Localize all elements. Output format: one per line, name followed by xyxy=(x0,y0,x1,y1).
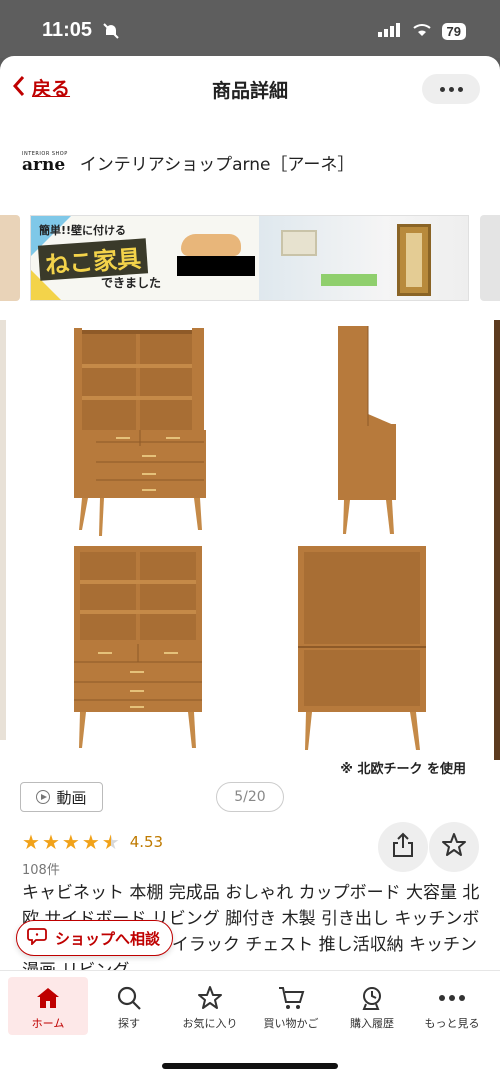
banner-prev-peek[interactable] xyxy=(0,215,20,301)
nav-more[interactable]: もっと見る xyxy=(412,977,492,1035)
nav-history[interactable]: 購入履歴 xyxy=(332,977,412,1035)
shop-logo: INTERIOR SHOP arne xyxy=(22,151,68,175)
star-full-icon: ★ xyxy=(22,830,40,854)
nav-label: 探す xyxy=(118,1017,140,1030)
signal-icon xyxy=(377,22,402,41)
nav-label: ホーム xyxy=(31,1017,65,1030)
nav-favorites[interactable]: お気に入り xyxy=(170,977,250,1035)
cabinet-front-alt-image xyxy=(74,546,202,748)
search-icon xyxy=(116,983,142,1013)
nav-label: 購入履歴 xyxy=(350,1017,394,1030)
nav-home[interactable]: ホーム xyxy=(8,977,88,1035)
home-icon xyxy=(35,983,61,1013)
more-icon xyxy=(438,983,466,1013)
review-count[interactable]: 108件 xyxy=(22,859,60,878)
cat-step-image xyxy=(321,274,377,286)
promo-banner[interactable]: 簡単!!壁に付ける ねこ家具 できました xyxy=(30,215,469,301)
rating[interactable]: ★ ★ ★ ★ ★ 4.53 xyxy=(22,832,163,852)
dot-icon xyxy=(439,86,445,92)
shop-consult-button[interactable]: ショップへ相談 xyxy=(16,920,174,956)
star-full-icon: ★ xyxy=(61,830,80,854)
nav-cart[interactable]: 買い物かご xyxy=(251,977,331,1035)
header: 戻る 商品詳細 xyxy=(0,56,500,118)
chat-icon xyxy=(27,927,47,949)
star-full-icon: ★ xyxy=(81,830,100,854)
battery-indicator: 79 xyxy=(441,23,466,40)
rating-value: 4.53 xyxy=(129,833,164,851)
scratch-board-image xyxy=(397,224,431,296)
nav-search[interactable]: 探す xyxy=(89,977,169,1035)
nav-label: もっと見る xyxy=(424,1017,480,1030)
material-note: ※ 北欧チーク を使用 xyxy=(340,762,466,777)
history-icon xyxy=(358,983,386,1013)
shop-name: インテリアショップarne［アーネ］ xyxy=(79,155,355,175)
wifi-icon xyxy=(412,22,432,41)
cart-icon xyxy=(277,983,305,1013)
shop-consult-label: ショップへ相談 xyxy=(55,929,161,948)
star-outline-icon xyxy=(441,832,467,862)
banner-subtitle: できました xyxy=(101,276,162,290)
cat-shelf-image xyxy=(281,230,317,256)
star-half-icon: ★ xyxy=(101,830,120,854)
product-image[interactable] xyxy=(10,318,490,758)
banner-headline: 簡単!!壁に付ける xyxy=(39,224,127,237)
cabinet-back-image xyxy=(298,546,426,750)
cat-illustration xyxy=(181,234,241,256)
favorite-button[interactable] xyxy=(429,822,479,872)
star-full-icon: ★ xyxy=(41,830,60,854)
more-options-button[interactable] xyxy=(422,74,480,104)
status-bar: 11:05 79 xyxy=(0,0,500,58)
nav-label: お気に入り xyxy=(182,1017,238,1030)
shop-link[interactable]: INTERIOR SHOP arne インテリアショップarne［アーネ］ xyxy=(22,150,354,175)
star-icon xyxy=(197,983,223,1013)
status-time: 11:05 xyxy=(42,19,93,41)
nav-label: 買い物かご xyxy=(263,1017,319,1030)
banner-next-peek[interactable] xyxy=(480,215,500,301)
redacted-block xyxy=(177,256,255,276)
gallery-prev-peek xyxy=(0,320,6,740)
play-icon xyxy=(36,790,51,804)
page-counter: 5/20 xyxy=(216,782,284,812)
share-icon xyxy=(392,832,414,862)
silent-bell-icon xyxy=(102,22,120,44)
shop-logo-main: arne xyxy=(22,154,66,175)
home-indicator xyxy=(162,1063,338,1069)
cabinet-front-image xyxy=(74,328,206,536)
status-icons: 79 xyxy=(377,22,466,41)
dot-icon xyxy=(448,86,454,92)
cabinet-side-image xyxy=(338,326,396,534)
banner-room-image xyxy=(259,216,468,300)
share-button[interactable] xyxy=(378,822,428,872)
gallery-next-peek xyxy=(494,320,500,760)
dot-icon xyxy=(457,86,463,92)
video-button[interactable]: 動画 xyxy=(20,782,103,812)
video-label: 動画 xyxy=(56,788,87,807)
